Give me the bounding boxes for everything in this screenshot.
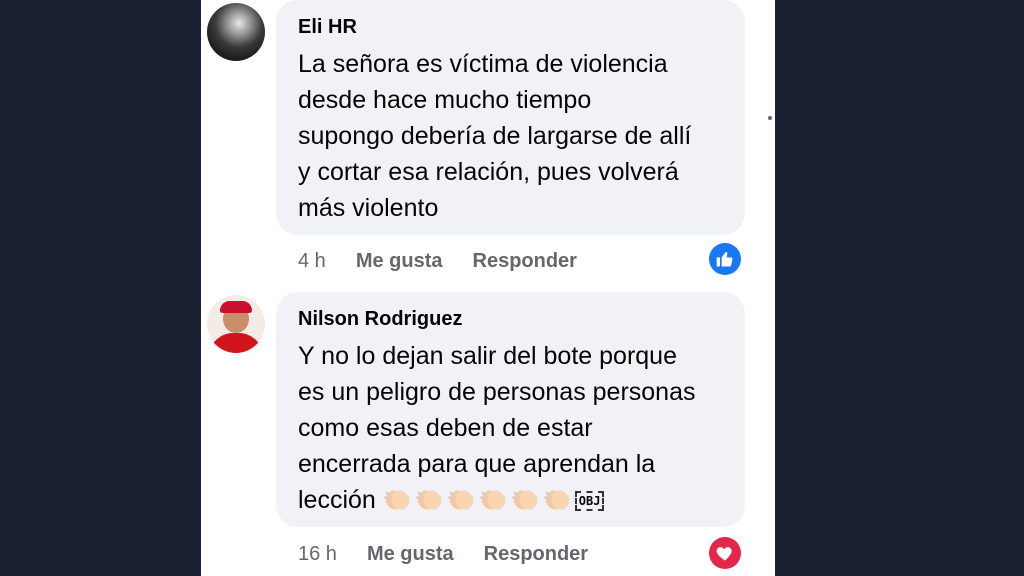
comment-bubble: Eli HR La señora es víctima de violencia… [276,0,745,235]
avatar[interactable] [207,295,265,353]
comment-time[interactable]: 4 h [298,250,326,273]
comment-actions: 4 h Me gusta Responder [298,250,607,273]
comment-panel: Eli HR La señora es víctima de violencia… [201,0,775,576]
heart-icon[interactable] [709,537,741,569]
comment-bubble: Nilson Rodriguez Y no lo dejan salir del… [276,292,745,527]
reply-button[interactable]: Responder [484,543,588,566]
clapping-hands-icon [543,485,572,510]
emoji-row [383,486,575,514]
obj-glyph: OBJ [574,491,605,511]
like-icon[interactable] [709,243,741,275]
comment-actions: 16 h Me gusta Responder [298,543,618,566]
comment-time[interactable]: 16 h [298,543,337,566]
clapping-hands-icon [479,485,508,510]
comment-author[interactable]: Nilson Rodriguez [298,306,723,332]
scroll-indicator [768,116,772,120]
like-button[interactable]: Me gusta [367,543,454,566]
clapping-hands-icon [415,485,444,510]
comment-author[interactable]: Eli HR [298,14,723,40]
clapping-hands-icon [511,485,540,510]
avatar[interactable] [207,3,265,61]
clapping-hands-icon [447,485,476,510]
reply-button[interactable]: Responder [473,250,577,273]
clapping-hands-icon [383,485,412,510]
like-button[interactable]: Me gusta [356,250,443,273]
comment-text: La señora es víctima de violencia desde … [298,50,692,222]
comment-text: Y no lo dejan salir del bote porque es u… [298,338,723,518]
